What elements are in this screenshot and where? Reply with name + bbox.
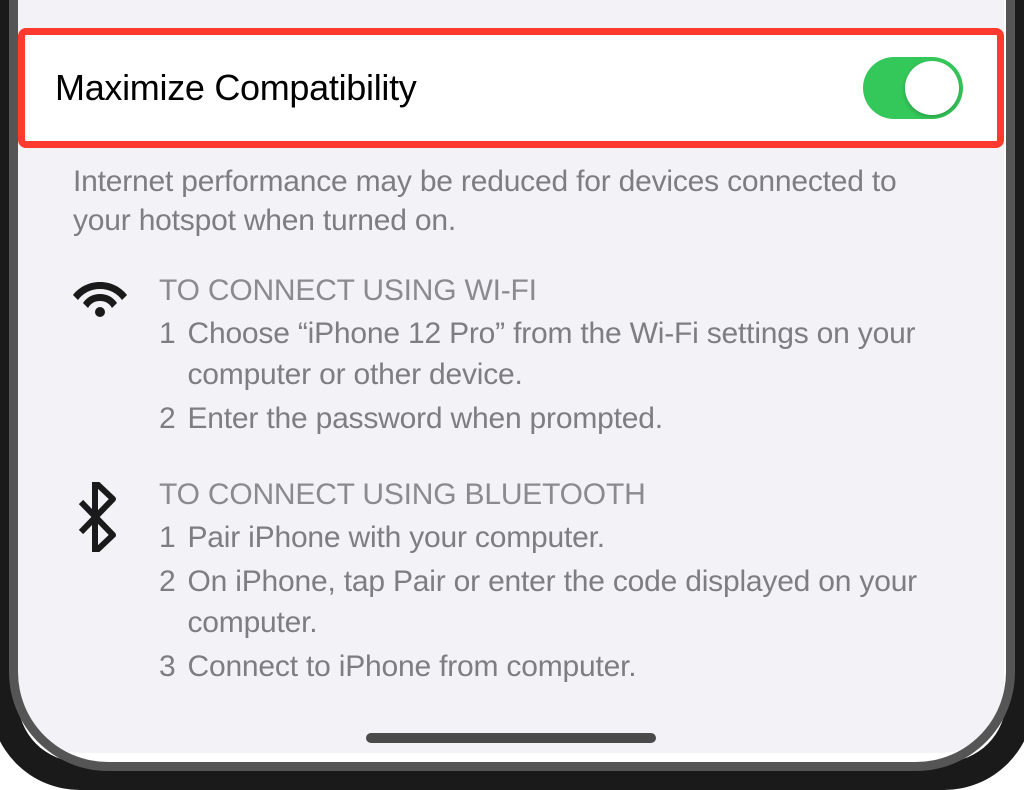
step-number: 1 (159, 518, 176, 559)
wifi-body: TO CONNECT USING WI-FI 1 Choose “iPhone … (159, 274, 939, 444)
step-text: Connect to iPhone from computer. (188, 647, 637, 688)
maximize-compatibility-row: Maximize Compatibility (18, 28, 1004, 148)
step-text: On iPhone, tap Pair or enter the code di… (188, 562, 940, 643)
step-text: Pair iPhone with your computer. (188, 518, 605, 559)
step-text: Enter the password when prompted. (188, 399, 663, 440)
bluetooth-body: TO CONNECT USING BLUETOOTH 1 Pair iPhone… (159, 478, 939, 692)
maximize-compatibility-label: Maximize Compatibility (55, 67, 417, 109)
step-number: 1 (159, 314, 176, 395)
bluetooth-icon (73, 478, 129, 692)
home-indicator[interactable] (366, 733, 656, 743)
wifi-icon (73, 274, 129, 444)
step-number: 2 (159, 399, 176, 440)
toggle-knob (905, 61, 959, 115)
bluetooth-step-1: 1 Pair iPhone with your computer. (159, 518, 939, 559)
wifi-header: TO CONNECT USING WI-FI (159, 274, 939, 308)
bluetooth-section: TO CONNECT USING BLUETOOTH 1 Pair iPhone… (73, 478, 949, 692)
wifi-step-1: 1 Choose “iPhone 12 Pro” from the Wi-Fi … (159, 314, 939, 395)
wifi-step-2: 2 Enter the password when prompted. (159, 399, 939, 440)
bluetooth-header: TO CONNECT USING BLUETOOTH (159, 478, 939, 512)
step-text: Choose “iPhone 12 Pro” from the Wi-Fi se… (188, 314, 940, 395)
setting-footer-text: Internet performance may be reduced for … (73, 148, 949, 240)
maximize-compatibility-toggle[interactable] (863, 57, 963, 119)
step-number: 2 (159, 562, 176, 643)
bluetooth-step-2: 2 On iPhone, tap Pair or enter the code … (159, 562, 939, 643)
step-number: 3 (159, 647, 176, 688)
settings-screen: Maximize Compatibility Internet performa… (18, 0, 1004, 753)
wifi-section: TO CONNECT USING WI-FI 1 Choose “iPhone … (73, 274, 949, 444)
bluetooth-step-3: 3 Connect to iPhone from computer. (159, 647, 939, 688)
